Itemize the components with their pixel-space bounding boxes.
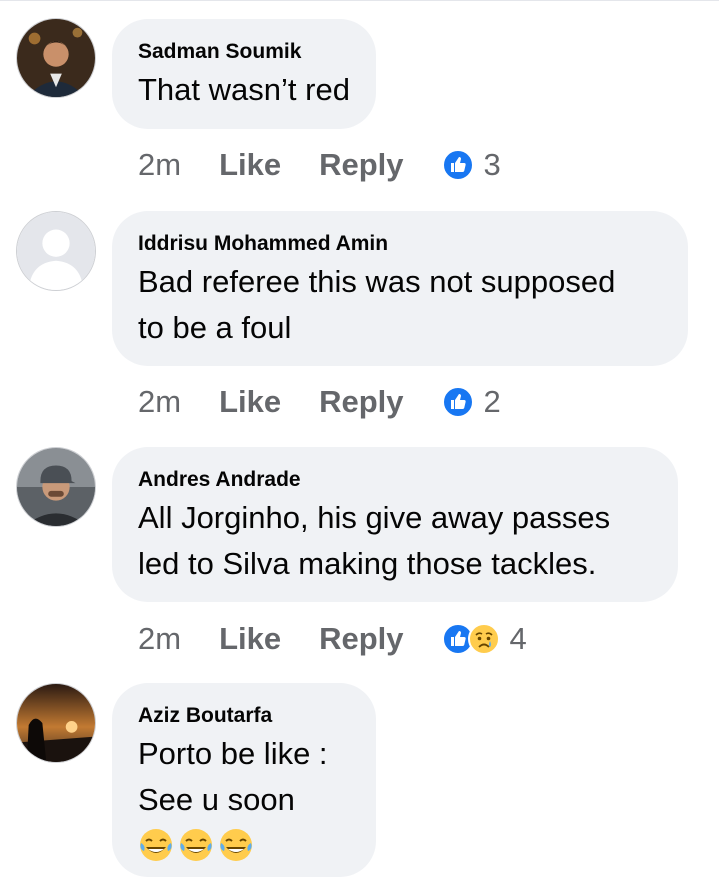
reply-button[interactable]: Reply (319, 621, 403, 657)
comment-timestamp[interactable]: 2m (138, 621, 181, 657)
comment-bubble: Iddrisu Mohammed Amin Bad referee this w… (112, 211, 688, 366)
comment-actions: 2m Like Reply 3 (138, 143, 501, 187)
top-divider (0, 0, 719, 1)
reaction-count: 4 (509, 621, 527, 656)
commenter-name[interactable]: Aziz Boutarfa (138, 703, 350, 729)
comment-text-line: All Jorginho, his give away passes (138, 500, 611, 535)
reply-button[interactable]: Reply (319, 147, 403, 183)
emoji-row (138, 827, 350, 863)
comment-text-line: led to Silva making those tackles. (138, 546, 597, 581)
like-button[interactable]: Like (219, 147, 281, 183)
reaction-summary[interactable]: 4 (441, 621, 527, 657)
comment-text-line: Porto be like : (138, 736, 328, 771)
comment-actions: 2m Like Reply 4 (138, 617, 527, 661)
commenter-name[interactable]: Iddrisu Mohammed Amin (138, 231, 662, 257)
profile-photo-icon (17, 684, 95, 762)
reaction-count: 3 (483, 147, 501, 182)
profile-photo-icon (17, 448, 95, 526)
avatar[interactable] (16, 211, 96, 291)
comment-bubble: Sadman Soumik That wasn’t red (112, 19, 376, 129)
commenter-name[interactable]: Andres Andrade (138, 467, 652, 493)
comment-bubble: Andres Andrade All Jorginho, his give aw… (112, 447, 678, 602)
avatar[interactable] (16, 683, 96, 763)
comment-timestamp[interactable]: 2m (138, 384, 181, 420)
reply-button[interactable]: Reply (319, 384, 403, 420)
reaction-count: 2 (483, 384, 501, 419)
profile-photo-icon (17, 19, 95, 97)
laughing-tears-emoji-icon (220, 829, 252, 861)
comment-text: That wasn’t red (138, 72, 350, 107)
laughing-tears-emoji-icon (180, 829, 212, 861)
laughing-tears-emoji-icon (140, 829, 172, 861)
like-reaction-icon (441, 149, 474, 181)
avatar[interactable] (16, 18, 96, 98)
reaction-summary[interactable]: 2 (441, 384, 501, 420)
like-button[interactable]: Like (219, 621, 281, 657)
like-reaction-icon (441, 386, 474, 418)
commenter-name[interactable]: Sadman Soumik (138, 39, 350, 65)
comment-text-line: Bad referee this was not supposed (138, 264, 616, 299)
comment-timestamp[interactable]: 2m (138, 147, 181, 183)
default-profile-silhouette-icon (17, 212, 95, 290)
comment-bubble: Aziz Boutarfa Porto be like : See u soon (112, 683, 376, 877)
avatar[interactable] (16, 447, 96, 527)
comment-text-line: See u soon (138, 782, 295, 817)
comment-text-line: to be a foul (138, 310, 292, 345)
sad-reaction-icon (467, 623, 500, 655)
comment-actions: 2m Like Reply 2 (138, 380, 501, 424)
like-button[interactable]: Like (219, 384, 281, 420)
reaction-summary[interactable]: 3 (441, 147, 501, 183)
